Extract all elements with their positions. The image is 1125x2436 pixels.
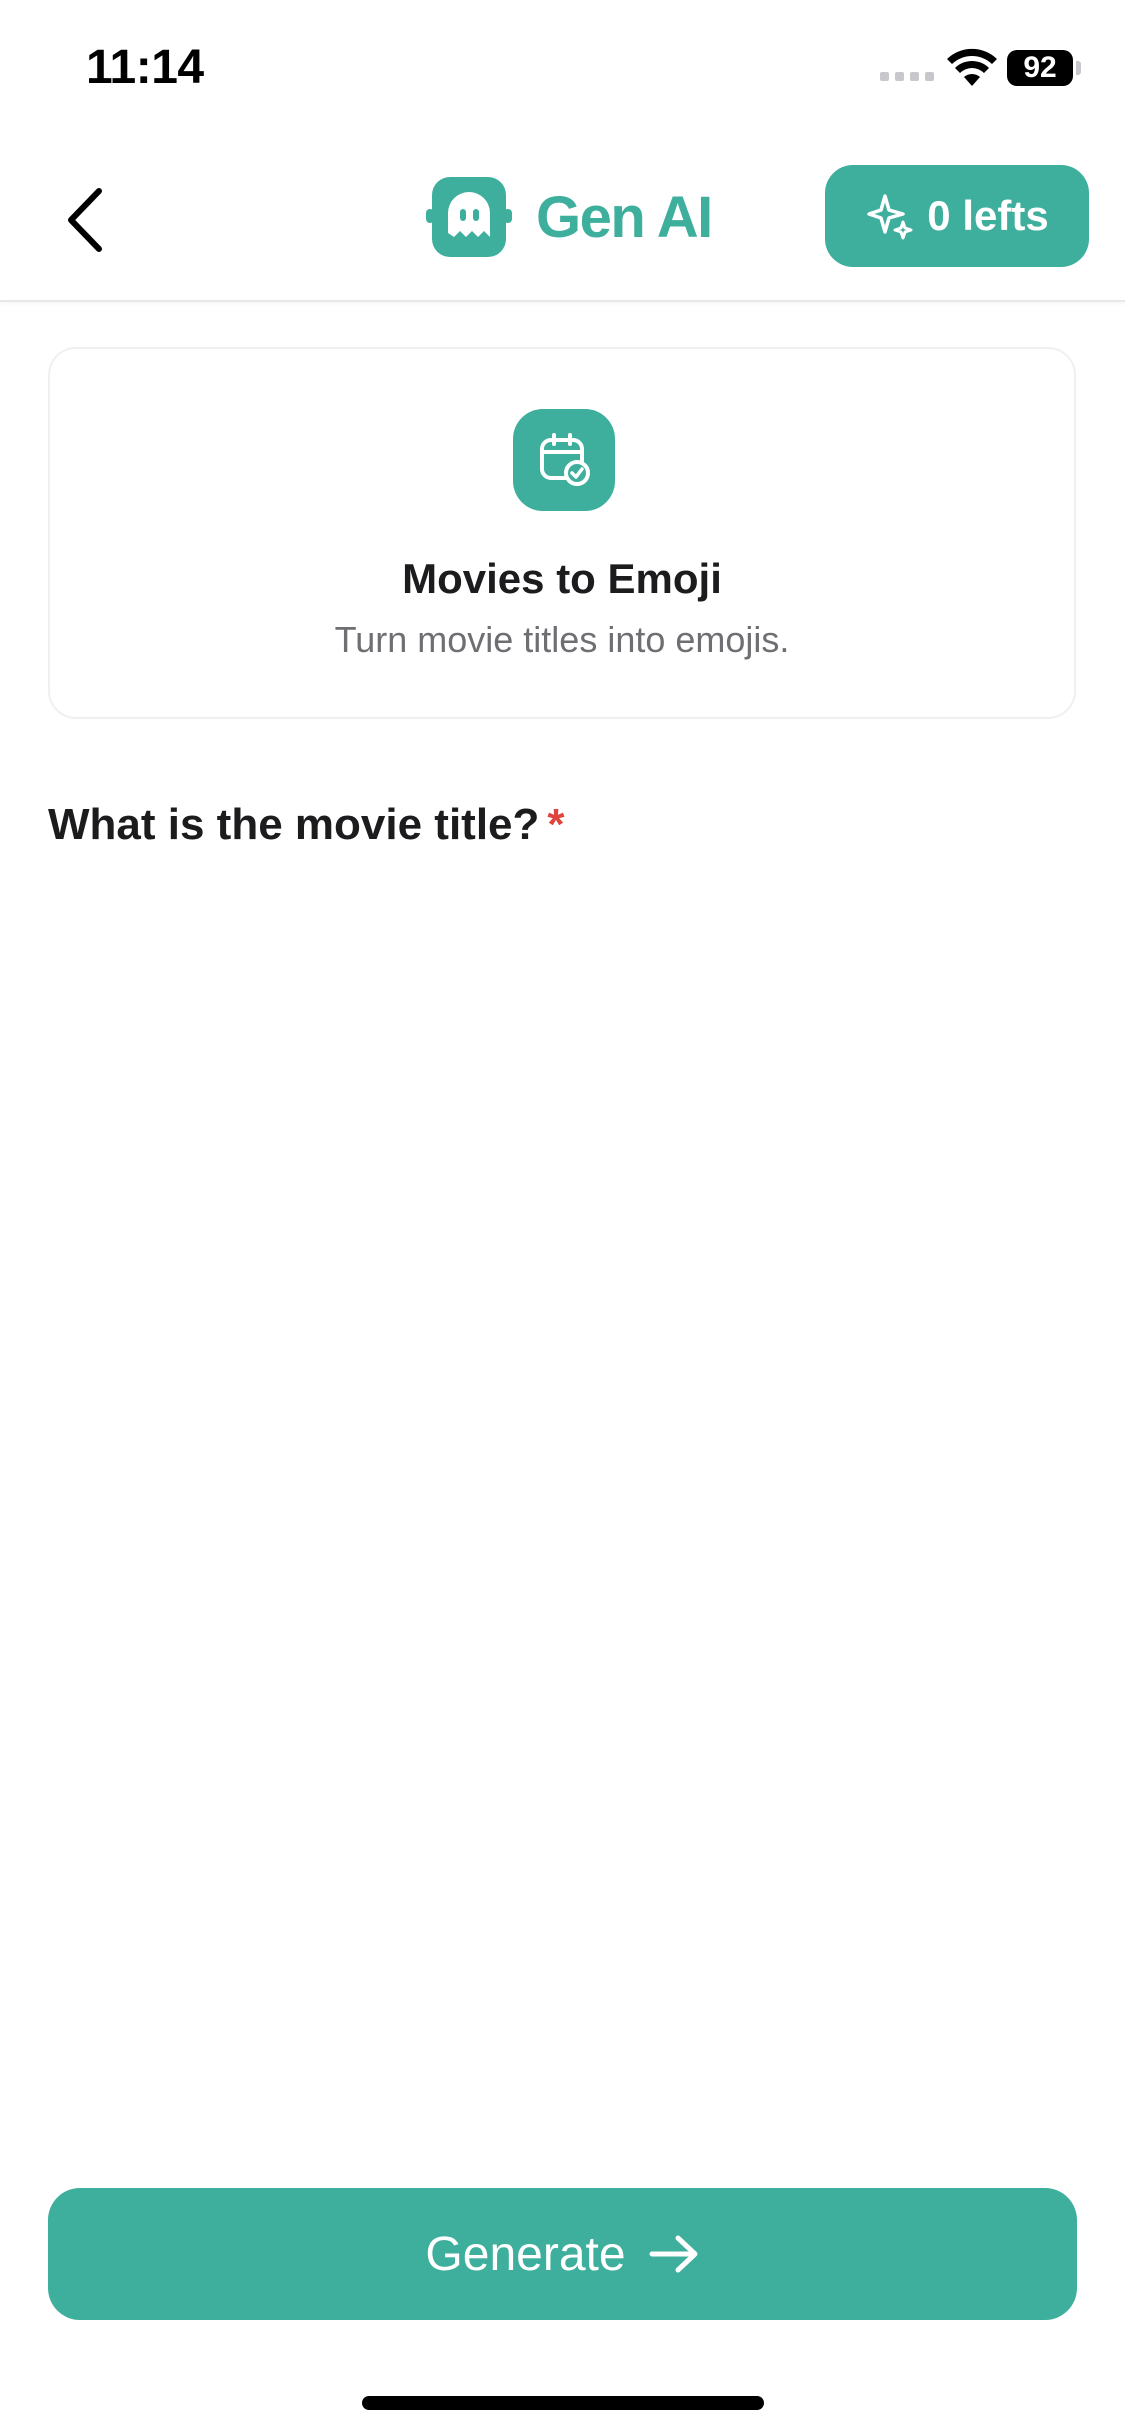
tool-description: Turn movie titles into emojis. bbox=[334, 619, 790, 660]
arrow-right-icon bbox=[649, 2235, 698, 2273]
generate-label: Generate bbox=[425, 2227, 626, 2281]
brand: Gen AI bbox=[426, 174, 713, 260]
sparkle-icon bbox=[867, 194, 913, 240]
status-bar: 11:14 92 bbox=[0, 0, 1125, 140]
cellular-signal-icon bbox=[880, 72, 934, 81]
wifi-icon bbox=[947, 48, 997, 86]
generate-button[interactable]: Generate bbox=[48, 2188, 1077, 2320]
tool-title: Movies to Emoji bbox=[402, 555, 722, 602]
tool-card: Movies to Emoji Turn movie titles into e… bbox=[48, 347, 1076, 719]
required-marker: * bbox=[547, 800, 565, 849]
battery-icon: 92 bbox=[1007, 50, 1073, 86]
brand-name: Gen AI bbox=[536, 184, 713, 250]
status-time: 11:14 bbox=[86, 41, 204, 94]
question-label: What is the movie title? * bbox=[48, 800, 565, 850]
credits-button[interactable]: 0 lefts bbox=[825, 165, 1089, 267]
tool-icon-badge bbox=[513, 409, 615, 511]
back-button[interactable] bbox=[50, 180, 120, 260]
home-indicator bbox=[362, 2396, 764, 2410]
credits-label: 0 lefts bbox=[927, 192, 1049, 239]
calendar-check-icon bbox=[540, 433, 590, 486]
question-text: What is the movie title? bbox=[48, 800, 540, 849]
ghost-chat-icon bbox=[426, 177, 512, 257]
nav-bar: Gen AI 0 lefts bbox=[0, 140, 1125, 302]
chevron-left-icon bbox=[68, 188, 102, 252]
movie-title-input[interactable] bbox=[48, 880, 1076, 1080]
battery-tip bbox=[1076, 61, 1081, 75]
